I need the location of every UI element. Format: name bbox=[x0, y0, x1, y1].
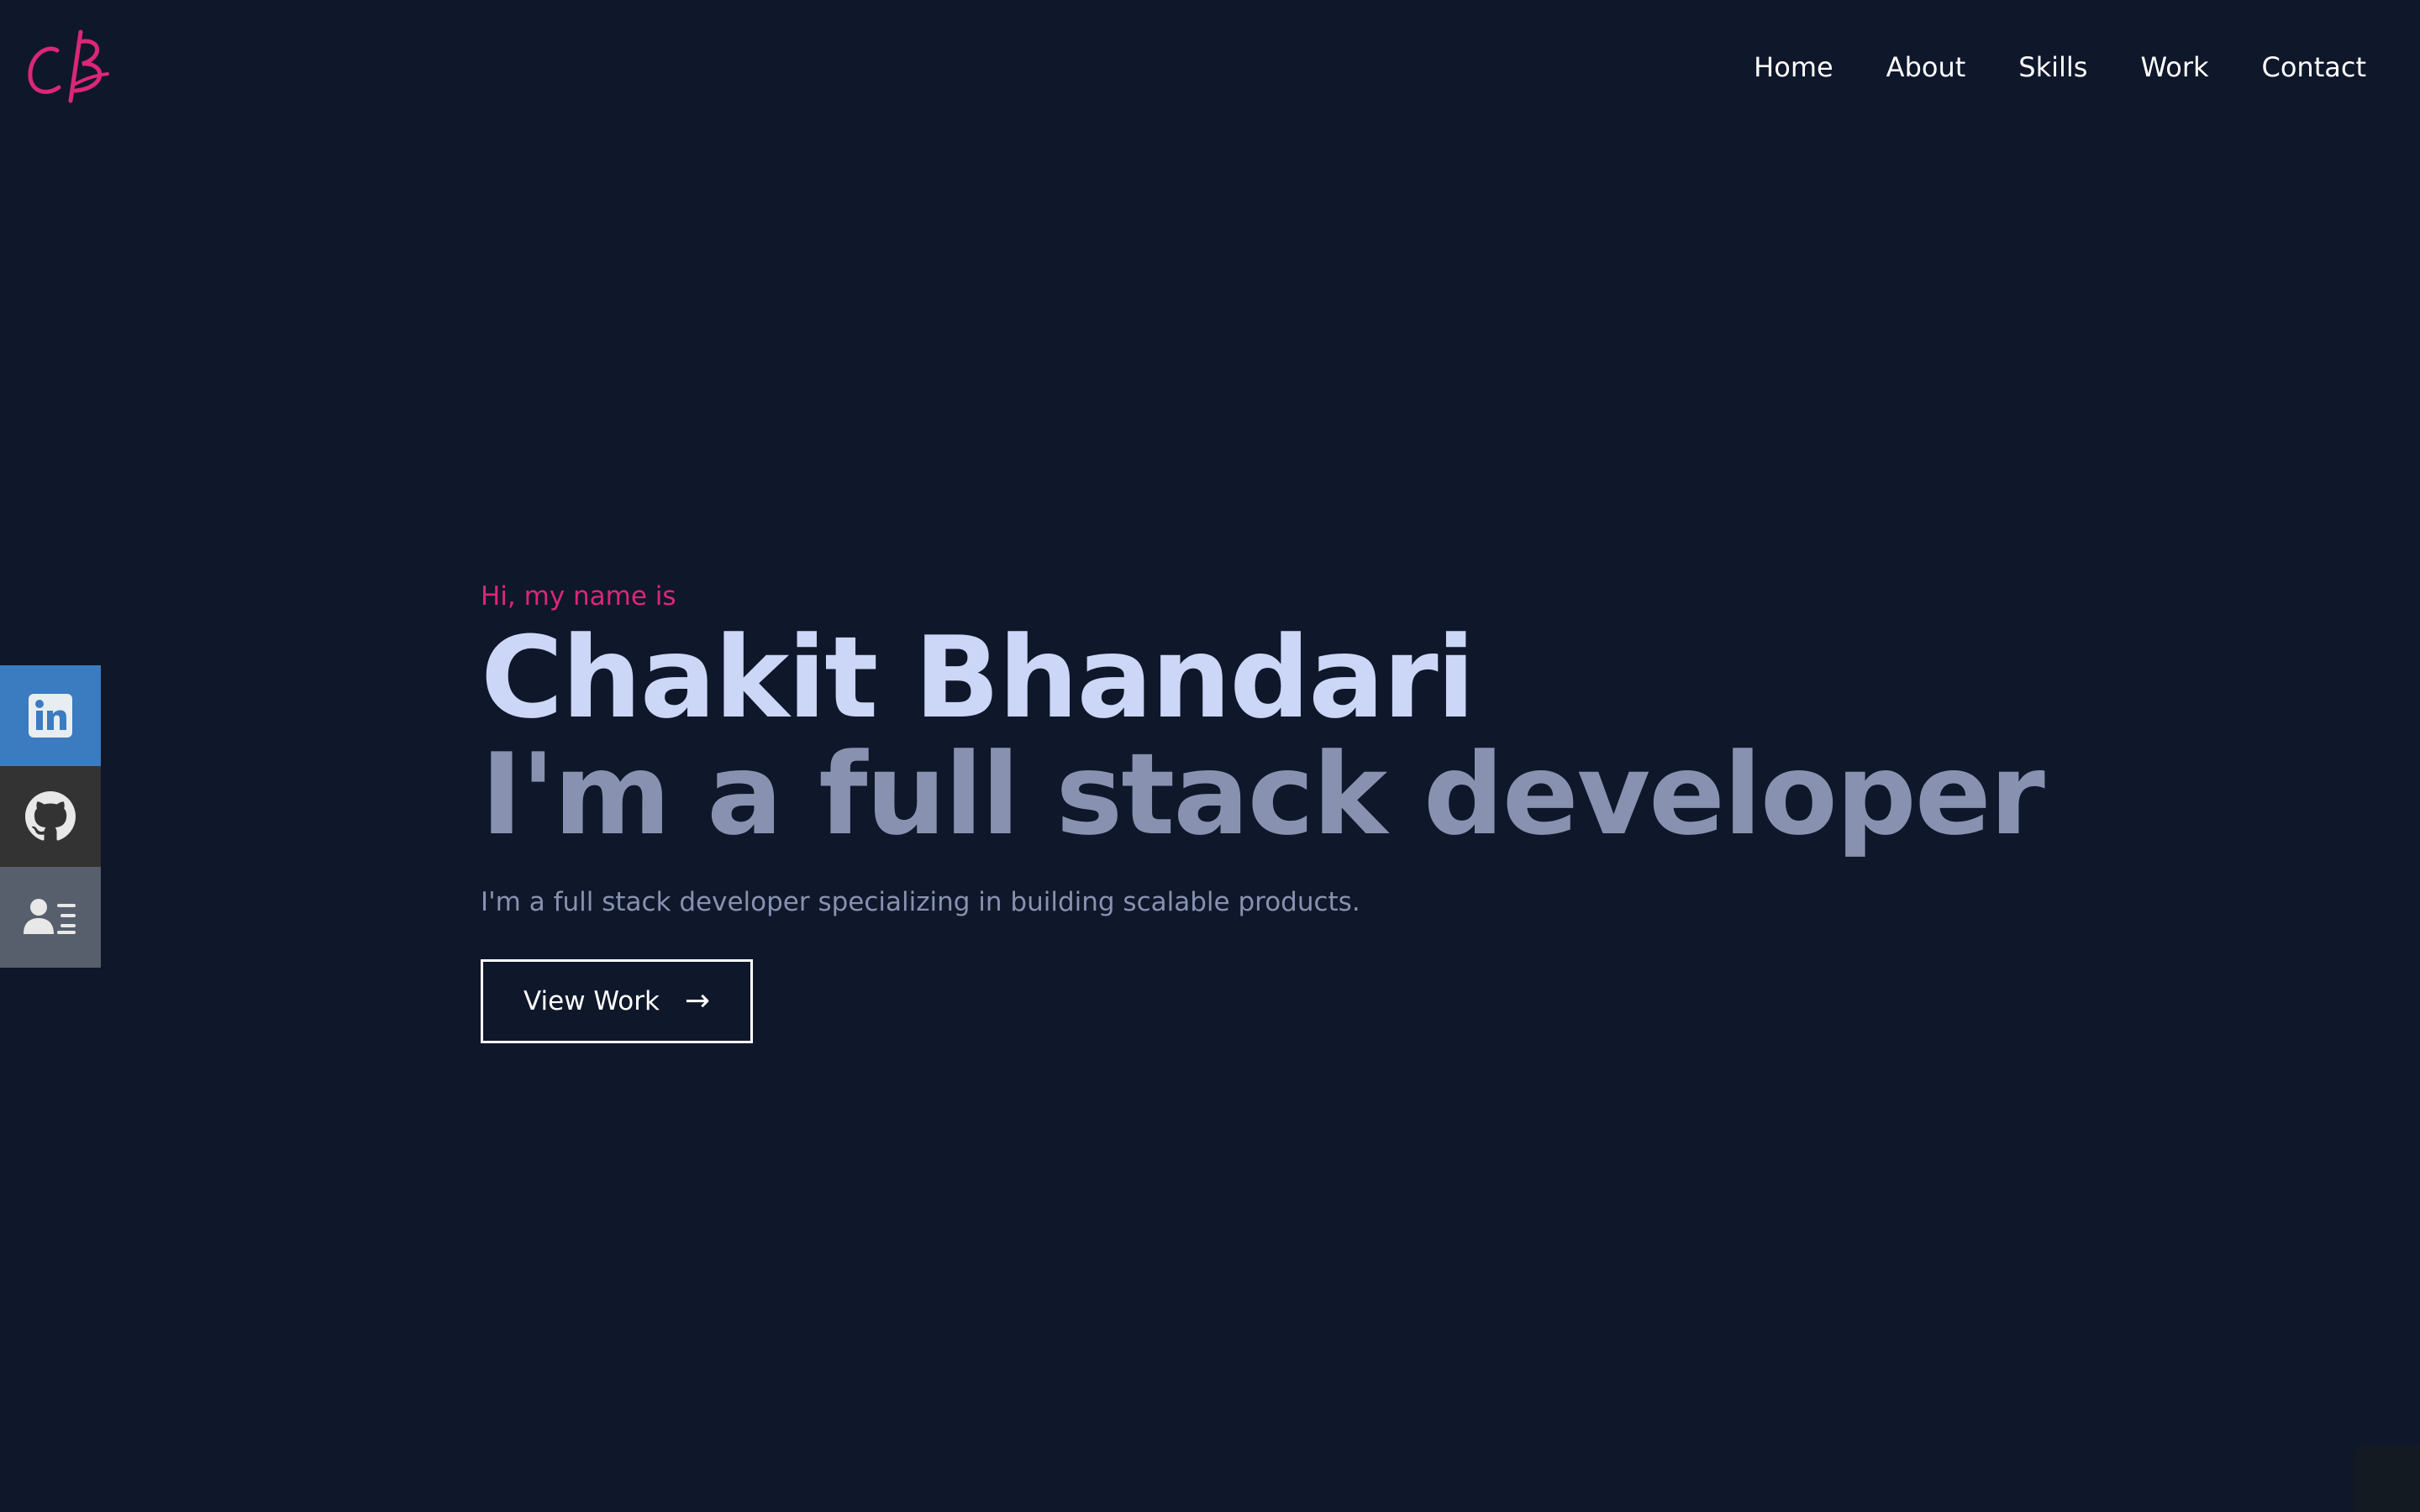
view-work-button[interactable]: View Work → bbox=[481, 959, 754, 1043]
logo-signature-icon bbox=[28, 29, 109, 103]
logo[interactable] bbox=[24, 25, 116, 105]
page: Home About Skills Work Contact Hi, my na… bbox=[0, 0, 2420, 1512]
nav-work[interactable]: Work bbox=[2140, 49, 2208, 86]
nav-about[interactable]: About bbox=[1886, 49, 1966, 86]
github-icon bbox=[25, 791, 76, 841]
github-link[interactable] bbox=[0, 766, 101, 867]
hero-section: Hi, my name is Chakit Bhandari I'm a ful… bbox=[481, 578, 2045, 1043]
hero-name: Chakit Bhandari bbox=[481, 612, 1476, 743]
linkedin-link[interactable] bbox=[0, 665, 101, 766]
hero-tagline: I'm a full stack developer bbox=[481, 729, 2045, 860]
resume-icon bbox=[24, 899, 76, 934]
arrow-right-icon: → bbox=[684, 984, 711, 1018]
nav-skills[interactable]: Skills bbox=[2018, 49, 2087, 86]
view-work-label: View Work bbox=[523, 986, 660, 1016]
linkedin-icon bbox=[29, 694, 72, 738]
resume-link[interactable] bbox=[0, 867, 101, 968]
nav-contact[interactable]: Contact bbox=[2262, 49, 2367, 86]
corner-widget[interactable] bbox=[2353, 1445, 2420, 1512]
hero-description: I'm a full stack developer specializing … bbox=[481, 887, 1360, 917]
nav-home[interactable]: Home bbox=[1754, 49, 1833, 86]
main-nav: Home About Skills Work Contact bbox=[1754, 49, 2366, 86]
greeting-text: Hi, my name is bbox=[481, 581, 676, 612]
social-sidebar bbox=[0, 665, 101, 968]
